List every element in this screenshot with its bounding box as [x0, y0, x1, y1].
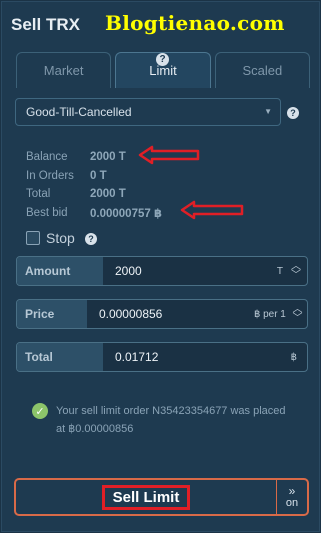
total-input[interactable]	[103, 343, 291, 371]
amount-stepper[interactable]: ︿ ﹀	[289, 257, 303, 285]
stop-checkbox[interactable]	[26, 231, 40, 245]
order-type-select[interactable]: Good-Till-Cancelled ▼	[15, 98, 281, 126]
balance-arrow-annotation	[138, 145, 200, 165]
best-bid-arrow-annotation	[180, 200, 244, 220]
amount-field: Amount T ︿ ﹀	[16, 256, 308, 286]
check-icon: ✓	[32, 403, 48, 419]
balance-value: 2000 T	[90, 151, 126, 164]
tab-market[interactable]: Market	[16, 52, 112, 88]
amount-unit: T	[276, 265, 283, 277]
total-field: Total ฿	[16, 342, 308, 372]
total-balance-row: Total 2000 T	[26, 185, 162, 204]
price-label: Price	[17, 300, 87, 328]
watermark-text: Blogtienao.com	[105, 11, 285, 35]
order-notice: ✓ Your sell limit order N35423354677 was…	[32, 402, 292, 438]
sell-panel: Sell TRX Blogtienao.com Market Limit Sca…	[1, 1, 320, 532]
notice-text: Your sell limit order N35423354677 was p…	[56, 405, 286, 435]
best-bid-row: Best bid 0.00000757 ฿	[26, 204, 162, 223]
price-stepper[interactable]: ︿ ﹀	[292, 300, 303, 328]
price-input[interactable]	[86, 300, 254, 328]
chevron-down-icon[interactable]: ﹀	[292, 314, 302, 324]
stop-toggle[interactable]: Stop	[26, 230, 75, 246]
panel-title: Sell TRX	[11, 15, 80, 34]
total-balance-label: Total	[26, 188, 51, 201]
in-orders-label: In Orders	[26, 169, 74, 182]
amount-input[interactable]	[103, 257, 277, 285]
total-unit: ฿	[290, 351, 297, 363]
chevron-down-icon[interactable]: ﹀	[291, 271, 301, 281]
limit-help-icon[interactable]: ?	[156, 53, 169, 66]
total-balance-value: 2000 T	[90, 188, 126, 201]
sell-action-bar: Sell Limit » on	[14, 478, 309, 516]
in-orders-value: 0 T	[90, 169, 107, 182]
double-chevron-icon: »	[288, 484, 296, 498]
sell-limit-button[interactable]: Sell Limit	[16, 480, 277, 514]
toggle-label: on	[285, 497, 299, 509]
order-type-value: Good-Till-Cancelled	[26, 105, 132, 119]
price-unit: ฿ per 1	[253, 308, 286, 320]
stop-help-icon[interactable]: ?	[85, 233, 97, 245]
best-bid-label: Best bid	[26, 206, 68, 219]
stop-label: Stop	[46, 230, 75, 246]
in-orders-row: In Orders 0 T	[26, 167, 162, 186]
amount-label: Amount	[17, 257, 103, 285]
best-bid-value: 0.00000757 ฿	[90, 207, 162, 220]
panel-header: Sell TRX	[11, 12, 80, 38]
tab-scaled[interactable]: Scaled	[214, 52, 310, 88]
total-label: Total	[17, 343, 103, 371]
chevron-down-icon: ▼	[264, 107, 272, 116]
price-field: Price ฿ per 1 ︿ ﹀	[16, 299, 308, 329]
order-type-help-icon[interactable]: ?	[287, 107, 299, 119]
sell-limit-label: Sell Limit	[101, 484, 191, 510]
quick-toggle[interactable]: » on	[277, 480, 307, 514]
balance-label: Balance	[26, 151, 68, 164]
